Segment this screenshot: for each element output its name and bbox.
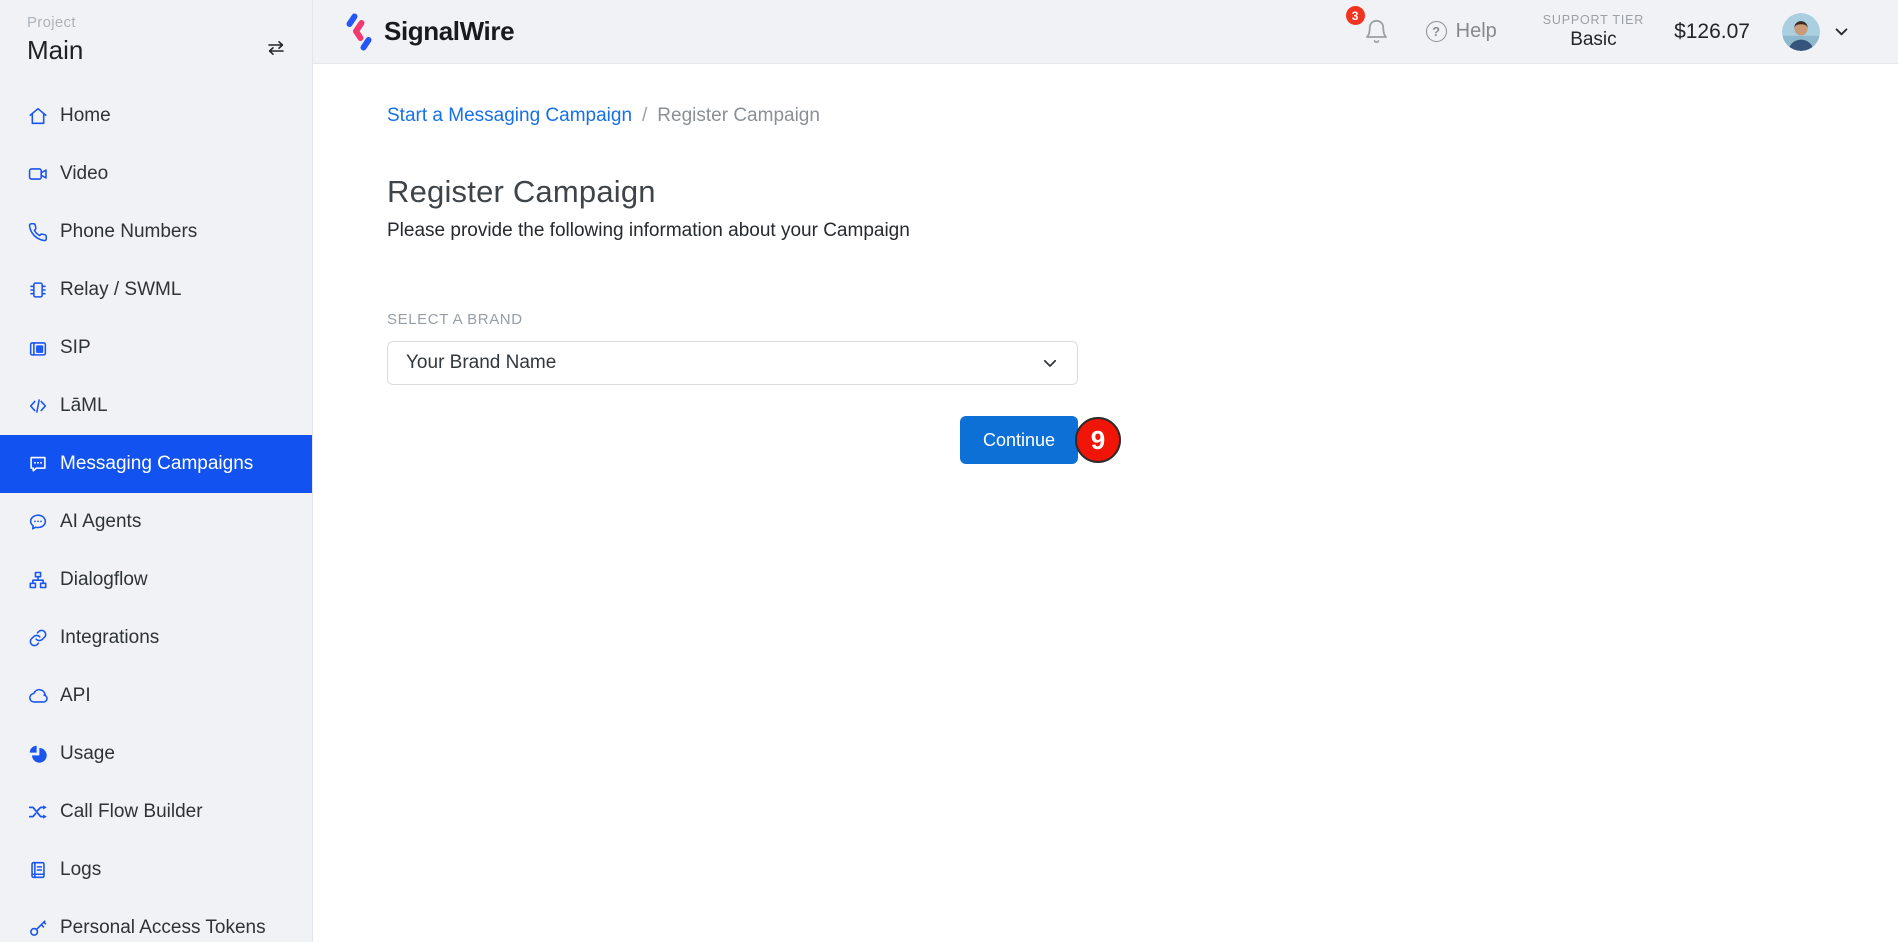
- sidebar-item-label: Integrations: [60, 627, 159, 649]
- sidebar-item-logs[interactable]: Logs: [0, 841, 312, 899]
- sidebar-item-label: Usage: [60, 743, 115, 765]
- support-tier-label: SUPPORT TIER: [1543, 13, 1644, 27]
- sidebar-item-label: Messaging Campaigns: [60, 453, 253, 475]
- avatar[interactable]: [1782, 13, 1820, 51]
- sidebar-item-label: Video: [60, 163, 108, 185]
- project-header: Project Main: [0, 0, 312, 87]
- sidebar-item-laml[interactable]: LāML: [0, 377, 312, 435]
- breadcrumb-link-start-messaging-campaign[interactable]: Start a Messaging Campaign: [387, 105, 632, 127]
- sidebar-item-label: Logs: [60, 859, 101, 881]
- sidebar-item-label: LāML: [60, 395, 108, 417]
- project-label: Project: [27, 14, 292, 31]
- brand-select-value: Your Brand Name: [406, 352, 556, 374]
- sidebar-item-label: Relay / SWML: [60, 279, 181, 301]
- sidebar-item-label: Dialogflow: [60, 569, 148, 591]
- pie-chart-icon: [27, 743, 49, 765]
- notifications-bell-icon[interactable]: 3: [1363, 18, 1390, 45]
- desk-phone-icon: [27, 337, 49, 359]
- sidebar-item-messaging-campaigns[interactable]: Messaging Campaigns: [0, 435, 312, 493]
- sidebar-item-video[interactable]: Video: [0, 145, 312, 203]
- select-brand-label: SELECT A BRAND: [387, 311, 1078, 328]
- account-balance[interactable]: $126.07: [1674, 20, 1750, 44]
- link-icon: [27, 627, 49, 649]
- sidebar-item-label: SIP: [60, 337, 91, 359]
- topbar-right: 3 ? Help SUPPORT TIER Basic $126.07: [1363, 13, 1898, 51]
- chevron-down-icon[interactable]: [1833, 23, 1850, 40]
- sidebar-item-call-flow-builder[interactable]: Call Flow Builder: [0, 783, 312, 841]
- main-content: Start a Messaging Campaign / Register Ca…: [313, 64, 1898, 942]
- cloud-icon: [27, 685, 49, 707]
- sidebar-item-ai-agents[interactable]: AI Agents: [0, 493, 312, 551]
- sidebar-item-dialogflow[interactable]: Dialogflow: [0, 551, 312, 609]
- video-camera-icon: [27, 163, 49, 185]
- sidebar-item-phone-numbers[interactable]: Phone Numbers: [0, 203, 312, 261]
- continue-button[interactable]: Continue: [960, 416, 1078, 464]
- round-chat-icon: [27, 511, 49, 533]
- sidebar-item-label: API: [60, 685, 91, 707]
- sitemap-icon: [27, 569, 49, 591]
- signalwire-logo[interactable]: SignalWire: [344, 12, 514, 52]
- chat-bubble-icon: [27, 453, 49, 475]
- code-icon: [27, 395, 49, 417]
- page-title: Register Campaign: [387, 174, 1898, 210]
- annotation-step-badge: 9: [1075, 417, 1121, 463]
- breadcrumb-current: Register Campaign: [657, 105, 820, 127]
- breadcrumb-separator: /: [642, 105, 647, 127]
- register-campaign-form: SELECT A BRAND Your Brand Name Continue …: [387, 311, 1078, 464]
- sidebar-item-relay-swml[interactable]: Relay / SWML: [0, 261, 312, 319]
- question-circle-icon: ?: [1426, 21, 1447, 42]
- sidebar-item-label: Personal Access Tokens: [60, 917, 266, 939]
- project-name: Main: [27, 35, 292, 66]
- notification-badge: 3: [1346, 6, 1365, 25]
- book-icon: [27, 859, 49, 881]
- select-chevron-down-icon: [1041, 354, 1059, 372]
- sidebar-item-label: Home: [60, 105, 111, 127]
- chip-icon: [27, 279, 49, 301]
- sidebar-item-label: Call Flow Builder: [60, 801, 203, 823]
- key-icon: [27, 917, 49, 939]
- home-icon: [27, 105, 49, 127]
- brand-select[interactable]: Your Brand Name: [387, 341, 1078, 385]
- sidebar-item-label: Phone Numbers: [60, 221, 197, 243]
- sidebar-item-label: AI Agents: [60, 511, 141, 533]
- help-label: Help: [1456, 20, 1497, 43]
- help-button[interactable]: ? Help: [1426, 20, 1497, 43]
- switch-project-icon[interactable]: [264, 36, 288, 60]
- signalwire-logo-icon: [344, 12, 374, 52]
- shuffle-icon: [27, 801, 49, 823]
- support-tier-value: Basic: [1543, 29, 1644, 51]
- sidebar-item-integrations[interactable]: Integrations: [0, 609, 312, 667]
- phone-icon: [27, 221, 49, 243]
- breadcrumb: Start a Messaging Campaign / Register Ca…: [387, 105, 1898, 127]
- sidebar-item-home[interactable]: Home: [0, 87, 312, 145]
- brand-name: SignalWire: [384, 16, 514, 47]
- page-subtitle: Please provide the following information…: [387, 220, 1898, 242]
- support-tier: SUPPORT TIER Basic: [1543, 13, 1644, 51]
- sidebar-item-api[interactable]: API: [0, 667, 312, 725]
- sidebar-item-personal-access-tokens[interactable]: Personal Access Tokens: [0, 899, 312, 942]
- topbar: SignalWire 3 ? Help SUPPORT TIER Basic $…: [313, 0, 1898, 64]
- sidebar-nav: Home Video Phone Numbers: [0, 87, 312, 942]
- sidebar-item-usage[interactable]: Usage: [0, 725, 312, 783]
- sidebar: Project Main Home Vid: [0, 0, 313, 942]
- sidebar-item-sip[interactable]: SIP: [0, 319, 312, 377]
- form-actions: Continue 9: [387, 416, 1078, 464]
